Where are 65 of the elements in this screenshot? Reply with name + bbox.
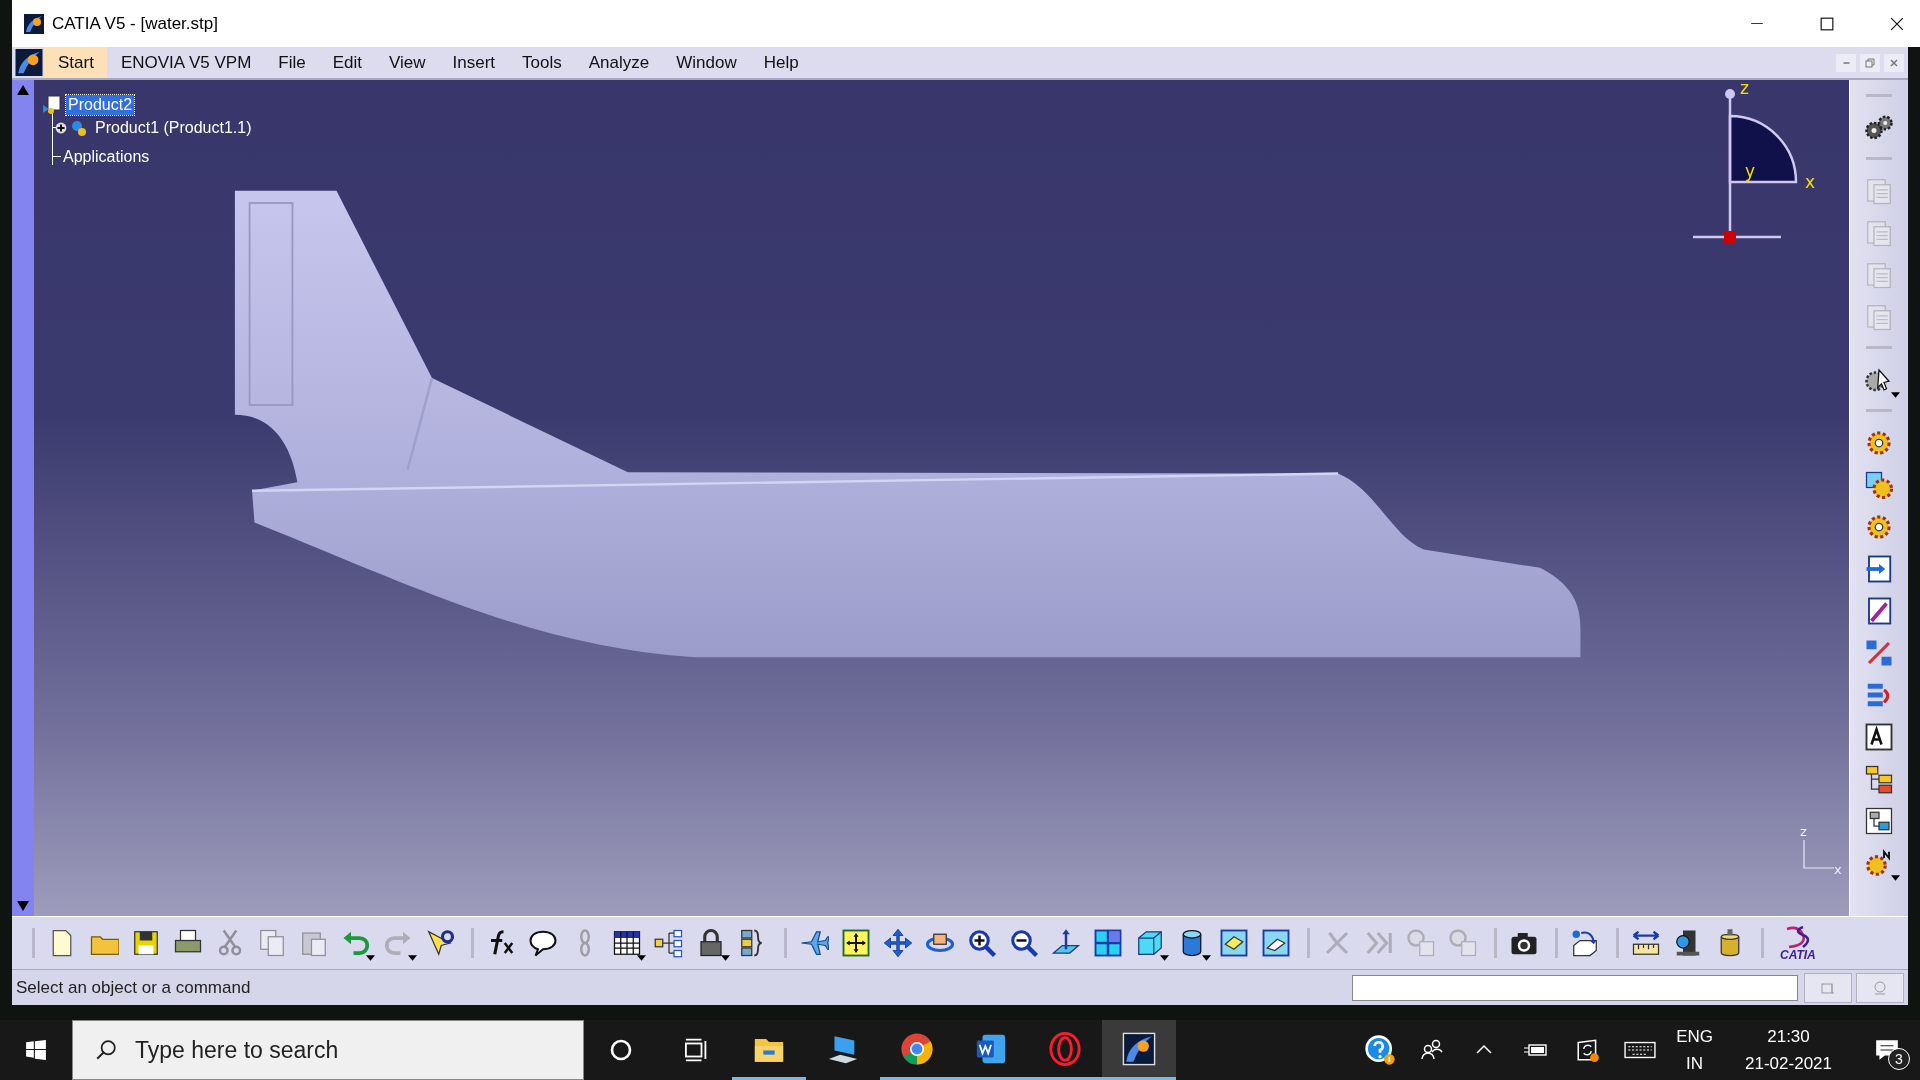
restore-button[interactable] [1860,53,1880,72]
expand-toggle-icon[interactable] [55,121,67,134]
help-icon [1364,1034,1397,1066]
status-message: Select an object or a command [16,977,251,998]
maximize-icon [1820,16,1834,31]
search-field[interactable]: Type here to search [133,1035,537,1065]
menu-item[interactable]: Analyze [574,47,663,78]
tree-item[interactable]: Product1 (Product1.1) [93,117,254,138]
menu-item[interactable]: File [264,47,319,78]
axis-label: z [1740,80,1749,98]
language-indicator[interactable]: ENG IN [1666,1023,1724,1077]
scroll-down-arrow-icon[interactable] [16,900,30,912]
scroll-bar[interactable] [12,80,34,916]
app-logo-icon [1122,1031,1156,1066]
chrome-icon [900,1031,934,1066]
menu-item[interactable]: View [375,47,439,78]
menu-item[interactable]: Insert [438,47,509,78]
menu-item[interactable]: Edit [318,47,375,78]
circle-icon [609,1038,633,1062]
notifications-button[interactable]: 3 [1854,1020,1920,1080]
dropdown-arrow-icon[interactable] [1160,955,1169,961]
window-title: CATIA V5 - [water.stp] [52,13,218,34]
dropdown-arrow-icon[interactable] [721,955,730,961]
dropdown-arrow-icon[interactable] [637,955,646,961]
dropdown-arrow-icon[interactable] [366,955,375,961]
catia-logo: CATIA [1780,925,1816,961]
menu-item[interactable]: Tools [508,47,575,78]
product-icon [42,94,62,115]
scroll-up-arrow-icon[interactable] [16,84,30,96]
command-input-field[interactable] [1352,974,1798,1001]
search-bar[interactable]: Type here to search [72,1020,584,1080]
minimize-icon [1750,22,1764,25]
compass-drawing[interactable]: z y x [1675,80,1825,250]
dropdown-arrow-icon[interactable] [1202,955,1211,961]
magnifier-icon [1872,979,1888,996]
menu-item[interactable]: Start [44,47,107,78]
axis-label: x [1805,172,1816,192]
tree-item[interactable]: Applications [61,146,152,167]
windows-logo-icon [25,1039,47,1061]
dropdown-arrow-icon[interactable] [1891,875,1900,881]
close-icon [1890,16,1904,31]
minimize-button[interactable] [1836,53,1856,72]
menu-item[interactable]: Window [662,47,750,78]
app-logo-icon [24,13,44,34]
keyboard-icon [1624,1039,1657,1061]
menu-item[interactable]: Help [749,47,812,78]
dropdown-arrow-icon[interactable] [1891,392,1900,398]
3d-viewport[interactable]: Product2 Product1 (Product1.1) Applications z y x z x [34,80,1849,916]
close-icon [1889,57,1899,68]
taskbar-app[interactable] [1102,1020,1176,1080]
opera-icon [1048,1031,1082,1066]
sync-icon [1575,1037,1602,1063]
minimize-icon [1842,61,1850,64]
axis-label: y [1745,161,1756,181]
app-logo-icon[interactable] [14,49,44,76]
task-view-icon [682,1037,708,1063]
menu-item[interactable]: ENOVIA V5 VPM [106,47,265,78]
close-button[interactable] [1884,53,1904,72]
tree-item[interactable]: Product2 [66,94,135,115]
notification-count: 3 [1888,1048,1910,1070]
people-icon [1420,1038,1445,1062]
restore-icon [1865,57,1875,68]
search-icon [95,1039,117,1061]
clock[interactable]: 21:30 21-02-2021 [1723,1023,1854,1077]
axis-indicator-drawing: z x [1794,824,1846,880]
